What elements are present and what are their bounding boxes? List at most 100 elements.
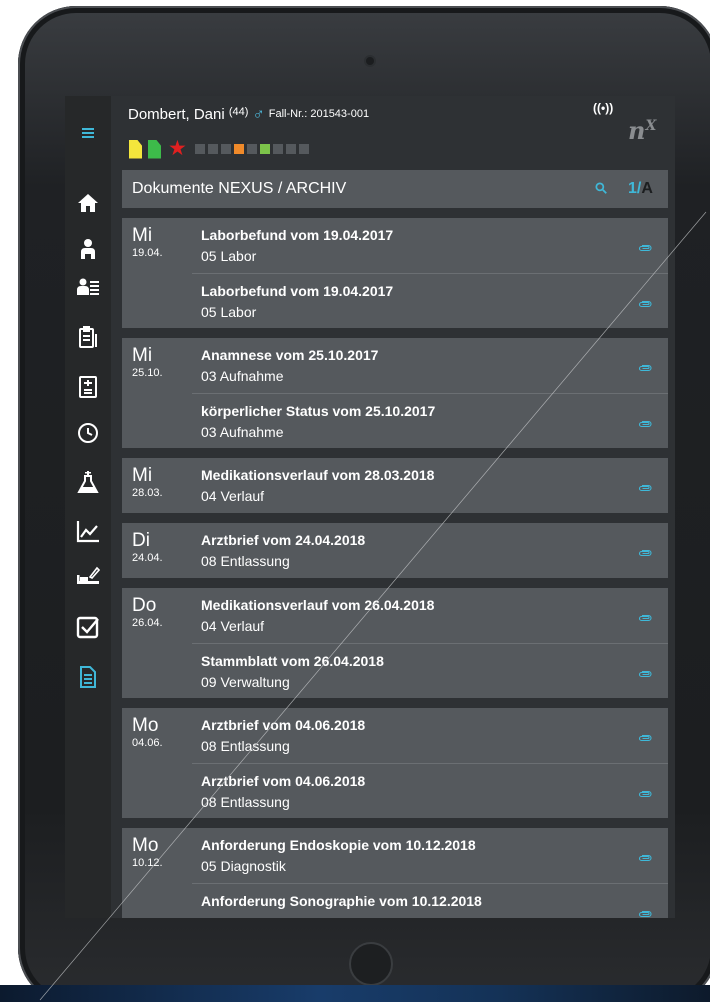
form-icon[interactable] <box>73 372 103 402</box>
weekday: Mo <box>132 715 159 736</box>
patient-age: (44) <box>228 106 249 118</box>
page-title: Dokumente NEXUS / ARCHIV <box>132 180 347 197</box>
green-document-icon[interactable] <box>148 139 161 159</box>
attachment-icon[interactable] <box>638 730 652 746</box>
yellow-document-icon[interactable] <box>129 139 142 159</box>
home-icon[interactable] <box>73 188 103 218</box>
bed-icon[interactable] <box>73 560 103 590</box>
document-title: Arztbrief vom 24.04.2018 <box>201 532 366 548</box>
document-row[interactable]: Stammblatt vom 26.04.2018 09 Verwaltung <box>192 643 668 698</box>
patient-header[interactable]: Dombert, Dani (44) ♂ Fall-Nr.: 201543-00… <box>128 106 369 124</box>
day-date: 26.04. <box>132 617 163 629</box>
document-category: 03 Aufnahme <box>201 368 284 384</box>
camera-icon <box>364 55 376 67</box>
status-square <box>298 144 309 154</box>
search-icon[interactable] <box>594 181 608 198</box>
attachment-icon[interactable] <box>638 360 652 376</box>
day-date: 10.12. <box>132 857 163 869</box>
status-square <box>246 144 257 154</box>
document-title: Stammblatt vom 26.04.2018 <box>201 653 384 669</box>
chart-icon[interactable] <box>73 516 103 546</box>
male-gender-icon: ♂ <box>252 106 265 123</box>
document-row[interactable]: körperlicher Status vom 25.10.2017 03 Auf… <box>192 393 668 448</box>
person-icon[interactable] <box>73 234 103 264</box>
document-day-group: Di 24.04. Arztbrief vom 24.04.2018 08 Entla… <box>122 523 668 578</box>
menu-icon[interactable] <box>73 118 103 148</box>
document-row[interactable]: Medikationsverlauf vom 28.03.2018 04 Verl… <box>192 458 668 513</box>
document-category: 05 Labor <box>201 248 257 264</box>
attachment-icon[interactable] <box>638 786 652 802</box>
day-date: 19.04. <box>132 247 163 259</box>
day-label: Mo 04.06. <box>132 715 163 750</box>
attachment-icon[interactable] <box>638 296 652 312</box>
document-category: 08 Entlassung <box>201 794 290 810</box>
weekday: Mi <box>132 465 153 486</box>
document-day-group: Mo 04.06. Arztbrief vom 04.06.2018 08 Entla… <box>122 708 668 818</box>
attachment-icon[interactable] <box>638 666 652 682</box>
patient-name: Dombert, Dani <box>128 106 225 123</box>
wireless-signal-icon: ((•)) <box>593 101 614 115</box>
day-label: Mi 25.10. <box>132 345 163 380</box>
attachment-icon[interactable] <box>638 850 652 866</box>
document-title: Laborbefund vom 19.04.2017 <box>201 227 394 243</box>
document-title: körperlicher Status vom 25.10.2017 <box>201 403 436 419</box>
clipboard-icon[interactable] <box>73 322 103 352</box>
status-square <box>259 144 270 154</box>
person-list-icon[interactable] <box>73 272 103 302</box>
document-category: 04 Verlauf <box>201 618 265 634</box>
document-category: 08 Entlassung <box>201 553 290 569</box>
document-icon[interactable] <box>73 662 103 692</box>
weekday: Mi <box>132 345 153 366</box>
page-suffix: A <box>641 180 653 197</box>
document-row[interactable]: Arztbrief vom 04.06.2018 08 Entlassung <box>192 708 668 763</box>
document-list: Mi 19.04. Laborbefund vom 19.04.2017 05 Lab… <box>122 218 668 918</box>
day-date: 04.06. <box>132 737 163 749</box>
attachment-icon[interactable] <box>638 610 652 626</box>
document-row[interactable]: Medikationsverlauf vom 26.04.2018 04 Verl… <box>192 588 668 643</box>
document-row[interactable]: Laborbefund vom 19.04.2017 05 Labor <box>192 218 668 273</box>
nexus-logo: nX <box>628 116 656 145</box>
document-row[interactable]: Arztbrief vom 24.04.2018 08 Entlassung <box>192 523 668 578</box>
attachment-icon[interactable] <box>638 240 652 256</box>
status-square <box>285 144 296 154</box>
document-row[interactable]: Anforderung Sonographie vom 10.12.2018 <box>192 883 668 918</box>
clock-icon[interactable] <box>73 418 103 448</box>
status-square <box>220 144 231 154</box>
day-label: Do 26.04. <box>132 596 163 630</box>
document-category: 09 Verwaltung <box>201 674 290 690</box>
document-row[interactable]: Laborbefund vom 19.04.2017 05 Labor <box>192 273 668 328</box>
document-title-bar: Dokumente NEXUS / ARCHIV 1/A <box>122 170 668 208</box>
document-row[interactable]: Anamnese vom 25.10.2017 03 Aufnahme <box>192 338 668 393</box>
document-category: 08 Entlassung <box>201 738 290 754</box>
attachment-icon[interactable] <box>638 906 652 918</box>
day-date: 25.10. <box>132 367 163 379</box>
status-square <box>207 144 218 154</box>
day-label: Di 24.04. <box>132 531 163 565</box>
document-title: Medikationsverlauf vom 28.03.2018 <box>201 467 435 483</box>
document-row[interactable]: Arztbrief vom 04.06.2018 08 Entlassung <box>192 763 668 818</box>
document-title: Laborbefund vom 19.04.2017 <box>201 283 394 299</box>
document-title: Medikationsverlauf vom 26.04.2018 <box>201 597 435 613</box>
page-number: 1/ <box>628 180 642 197</box>
star-icon[interactable]: ★ <box>168 138 187 159</box>
case-number: Fall-Nr.: 201543-001 <box>268 108 370 120</box>
document-day-group: Mi 25.10. Anamnese vom 25.10.2017 03 Aufnah… <box>122 338 668 448</box>
checkbox-icon[interactable] <box>73 612 103 642</box>
logo-superscript: X <box>645 118 657 134</box>
status-square <box>194 144 205 154</box>
document-title: Anforderung Sonographie vom 10.12.2018 <box>201 893 482 909</box>
lab-flask-icon[interactable] <box>73 468 103 498</box>
page-indicator[interactable]: 1/A <box>628 180 653 198</box>
document-row[interactable]: Anforderung Endoskopie vom 10.12.2018 05 … <box>192 828 668 883</box>
document-title: Arztbrief vom 04.06.2018 <box>201 717 366 733</box>
sidebar <box>65 96 111 918</box>
document-category: 03 Aufnahme <box>201 424 284 440</box>
document-title: Anforderung Endoskopie vom 10.12.2018 <box>201 837 476 853</box>
background-band <box>0 985 710 1002</box>
attachment-icon[interactable] <box>638 416 652 432</box>
app-screen: Dombert, Dani (44) ♂ Fall-Nr.: 201543-00… <box>65 96 675 918</box>
home-hardware-button[interactable] <box>349 942 393 986</box>
attachment-icon[interactable] <box>638 480 652 496</box>
attachment-icon[interactable] <box>638 545 652 561</box>
weekday: Mi <box>132 225 153 246</box>
